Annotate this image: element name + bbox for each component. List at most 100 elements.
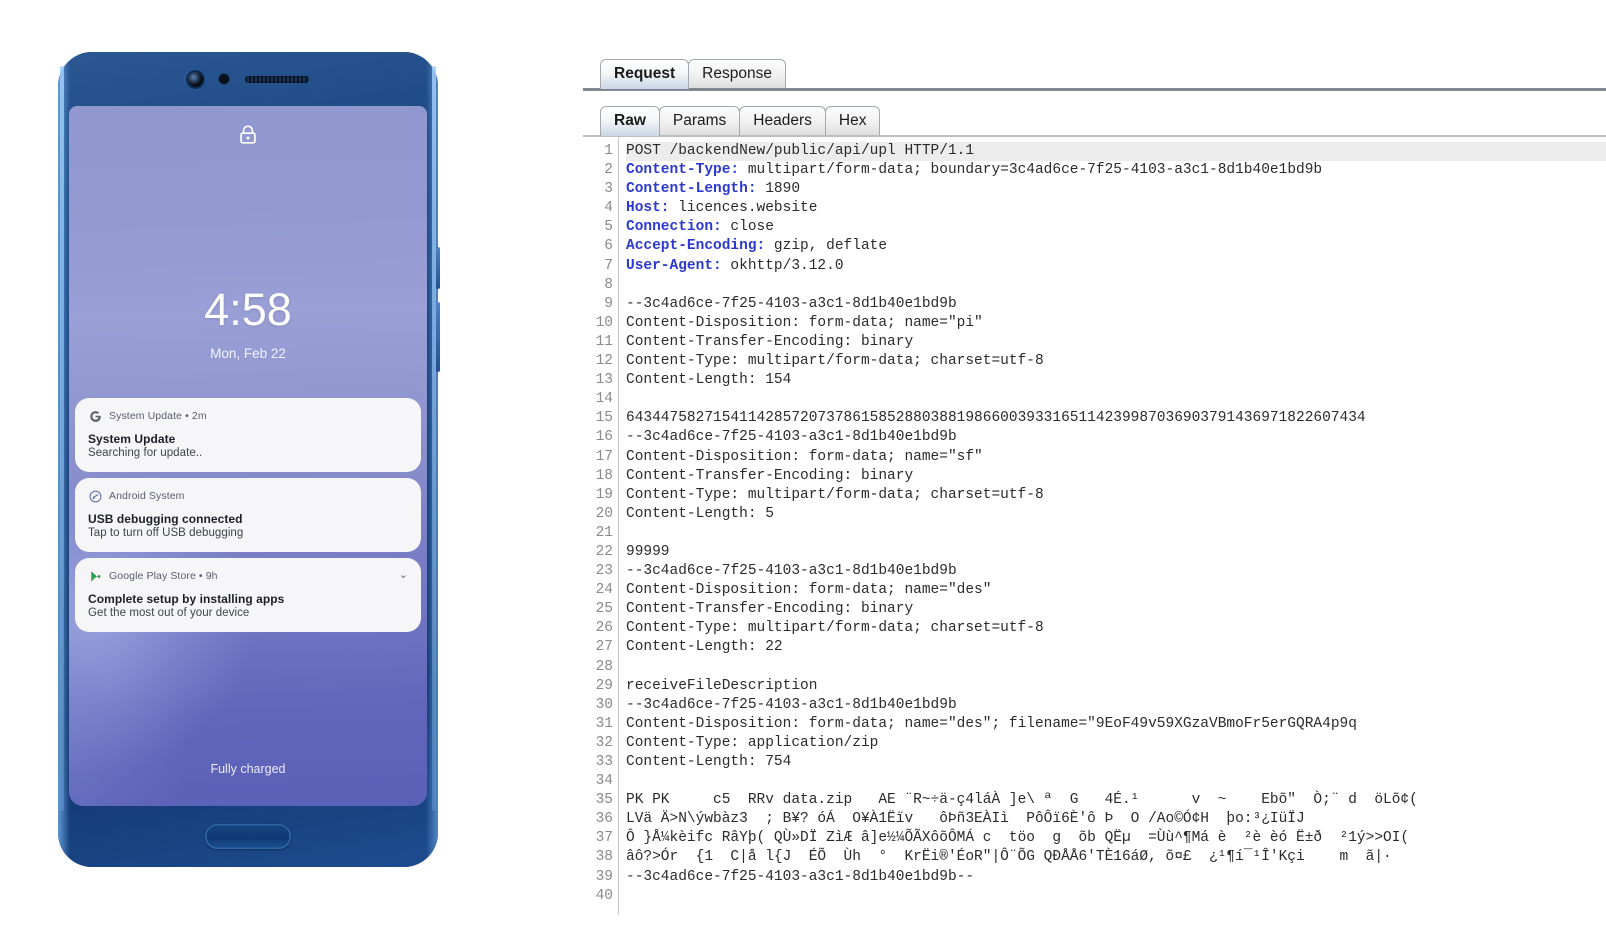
code-line: PK PK c5 RRv data.zip AE ¨R~÷ä-ç4láÀ ]e\…	[626, 791, 1606, 810]
line-number: 3	[583, 180, 613, 199]
line-number: 25	[583, 600, 613, 619]
notification-header: Google Play Store • 9h	[88, 569, 408, 583]
line-number: 38	[583, 848, 613, 867]
code-line: LVä Ä>N\ýwbàz3 ; B¥? óÁ O¥À1Ëïv ôÞñ3EÀIì…	[626, 810, 1606, 829]
notification-body: Tap to turn off USB debugging	[88, 527, 408, 539]
notification-card-play-store[interactable]: Google Play Store • 9h ⌄ Complete setup …	[75, 558, 421, 632]
header-value: 1890	[757, 181, 801, 197]
code-line: Content-Disposition: form-data; name="de…	[626, 581, 1606, 600]
line-number: 29	[583, 677, 613, 696]
header-name: Connection:	[626, 219, 722, 235]
http-message-viewer: RequestResponse RawParamsHeadersHex 1234…	[583, 55, 1606, 934]
notification-title: USB debugging connected	[88, 512, 408, 526]
code-line	[626, 390, 1606, 409]
raw-request-editor[interactable]: 1234567891011121314151617181920212223242…	[583, 137, 1606, 915]
notification-title: Complete setup by installing apps	[88, 592, 408, 606]
code-line	[626, 658, 1606, 677]
code-line: --3c4ad6ce-7f25-4103-a3c1-8d1b40e1bd9b	[626, 295, 1606, 314]
view-tabs: RawParamsHeadersHex	[583, 102, 1606, 136]
lockscreen-clock: 4:58	[69, 284, 427, 336]
code-line: âô?>Ór {1 C|å l{J ÉÕ Ùh ° KrËi®'ÉoR"|Ô¨Õ…	[626, 848, 1606, 867]
notification-card-usb-debugging[interactable]: Android System USB debugging connected T…	[75, 478, 421, 552]
chevron-down-icon[interactable]: ⌄	[399, 570, 408, 581]
code-line: --3c4ad6ce-7f25-4103-a3c1-8d1b40e1bd9b--	[626, 868, 1606, 887]
line-number-gutter: 1234567891011121314151617181920212223242…	[583, 137, 619, 915]
notification-app-label: Google Play Store • 9h	[109, 570, 218, 582]
tab-request[interactable]: Request	[600, 59, 689, 89]
line-number: 11	[583, 333, 613, 352]
line-number: 21	[583, 524, 613, 543]
code-line: Host: licences.website	[626, 199, 1606, 218]
code-line: User-Agent: okhttp/3.12.0	[626, 257, 1606, 276]
header-value: close	[722, 219, 774, 235]
phone-edge-highlight-right	[432, 66, 436, 811]
earpiece-speaker-icon	[245, 76, 309, 83]
request-raw-text[interactable]: POST /backendNew/public/api/upl HTTP/1.1…	[619, 137, 1606, 915]
tab-headers[interactable]: Headers	[739, 106, 826, 136]
proximity-sensor-icon	[219, 74, 229, 84]
code-line: Content-Length: 154	[626, 371, 1606, 390]
line-number: 6	[583, 237, 613, 256]
home-button[interactable]	[205, 824, 291, 849]
line-number: 14	[583, 390, 613, 409]
phone-volume-button[interactable]	[436, 247, 440, 289]
code-line: --3c4ad6ce-7f25-4103-a3c1-8d1b40e1bd9b	[626, 428, 1606, 447]
code-line: --3c4ad6ce-7f25-4103-a3c1-8d1b40e1bd9b	[626, 562, 1606, 581]
tab-hex[interactable]: Hex	[825, 106, 881, 136]
line-number: 4	[583, 199, 613, 218]
code-line: Content-Type: multipart/form-data; chars…	[626, 486, 1606, 505]
code-line: Content-Length: 1890	[626, 180, 1606, 199]
line-number: 9	[583, 295, 613, 314]
code-line: Connection: close	[626, 218, 1606, 237]
line-number: 24	[583, 581, 613, 600]
code-line: Content-Type: multipart/form-data; chars…	[626, 619, 1606, 638]
phone-power-button[interactable]	[436, 302, 440, 372]
notification-header: System Update • 2m	[88, 409, 408, 423]
code-line	[626, 276, 1606, 295]
code-line	[626, 772, 1606, 791]
google-g-icon	[88, 409, 102, 423]
code-line: 99999	[626, 543, 1606, 562]
tab-raw[interactable]: Raw	[600, 106, 660, 136]
code-line: Content-Length: 754	[626, 753, 1606, 772]
tab-response[interactable]: Response	[688, 59, 786, 89]
line-number: 7	[583, 257, 613, 276]
phone-lockscreen[interactable]: 4:58 Mon, Feb 22 System Update • 2m Syst…	[69, 106, 427, 806]
front-camera-icon	[188, 72, 203, 87]
line-number: 39	[583, 868, 613, 887]
notification-stack: System Update • 2m System Update Searchi…	[75, 398, 421, 638]
message-tab-underline	[583, 88, 1606, 91]
header-value: gzip, deflate	[765, 238, 887, 254]
notification-body: Searching for update..	[88, 447, 408, 459]
line-number: 5	[583, 218, 613, 237]
code-line: POST /backendNew/public/api/upl HTTP/1.1	[626, 142, 1606, 161]
message-tab-strip: RequestResponse	[583, 55, 1606, 89]
line-number: 27	[583, 638, 613, 657]
header-name: Content-Type:	[626, 162, 739, 178]
code-line: Content-Type: multipart/form-data; bound…	[626, 161, 1606, 180]
header-name: Host:	[626, 200, 670, 216]
line-number: 23	[583, 562, 613, 581]
notification-card-system-update[interactable]: System Update • 2m System Update Searchi…	[75, 398, 421, 472]
phone-device: 4:58 Mon, Feb 22 System Update • 2m Syst…	[58, 52, 438, 867]
line-number: 20	[583, 505, 613, 524]
header-value: okhttp/3.12.0	[722, 258, 844, 274]
code-line: Content-Length: 5	[626, 505, 1606, 524]
code-line: 6434475827154114285720737861585288038819…	[626, 409, 1606, 428]
header-name: User-Agent:	[626, 258, 722, 274]
battery-status-label: Fully charged	[69, 762, 427, 776]
lock-icon	[69, 124, 427, 148]
line-number: 19	[583, 486, 613, 505]
line-number: 31	[583, 715, 613, 734]
header-value: multipart/form-data; boundary=3c4ad6ce-7…	[739, 162, 1322, 178]
notification-app-label: Android System	[109, 490, 185, 502]
header-name: Accept-Encoding:	[626, 238, 765, 254]
view-tab-strip: RawParamsHeadersHex	[583, 102, 1606, 136]
code-line: Content-Length: 22	[626, 638, 1606, 657]
code-line: Content-Disposition: form-data; name="de…	[626, 715, 1606, 734]
tab-params[interactable]: Params	[659, 106, 740, 136]
notification-title: System Update	[88, 432, 408, 446]
google-play-icon	[88, 569, 102, 583]
line-number: 18	[583, 467, 613, 486]
code-line: Content-Type: application/zip	[626, 734, 1606, 753]
